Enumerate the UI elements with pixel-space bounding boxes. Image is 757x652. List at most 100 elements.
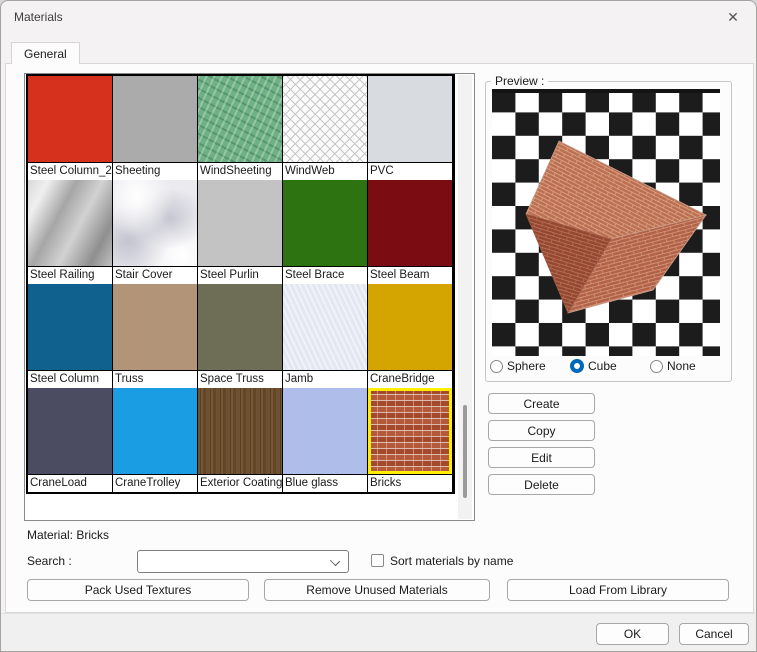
material-cell[interactable]: Steel Purlin xyxy=(198,180,283,284)
tab-label: General xyxy=(24,47,67,61)
material-cell[interactable]: CraneTrolley xyxy=(113,388,198,492)
pack-used-textures-button[interactable]: Pack Used Textures xyxy=(27,579,249,601)
material-swatch xyxy=(113,388,197,474)
material-cell[interactable]: Exterior Coating xyxy=(198,388,283,492)
material-swatch xyxy=(283,284,367,370)
material-cell[interactable]: Steel Brace xyxy=(283,180,368,284)
materials-dialog: Materials ✕ General Steel Column_2Sheeti… xyxy=(0,0,757,652)
titlebar: Materials ✕ xyxy=(1,1,756,33)
material-name: CraneBridge xyxy=(368,370,452,388)
sort-checkbox[interactable] xyxy=(371,554,384,567)
material-swatch xyxy=(368,180,452,266)
tab-general[interactable]: General xyxy=(11,42,80,64)
preview-canvas xyxy=(492,89,720,356)
material-swatch xyxy=(283,388,367,474)
window-title: Materials xyxy=(14,10,63,24)
material-cell[interactable]: Stair Cover xyxy=(113,180,198,284)
material-name: Bricks xyxy=(368,474,452,492)
material-cell[interactable]: Space Truss xyxy=(198,284,283,388)
material-swatch xyxy=(198,284,282,370)
preview-label: Preview : xyxy=(491,74,548,88)
material-name: Stair Cover xyxy=(113,266,197,284)
preview-modes: Sphere Cube None xyxy=(490,359,730,373)
material-swatch xyxy=(283,180,367,266)
remove-unused-materials-button[interactable]: Remove Unused Materials xyxy=(264,579,490,601)
material-name: CraneTrolley xyxy=(113,474,197,492)
preview-mode-sphere[interactable]: Sphere xyxy=(490,359,570,373)
preview-cube-render xyxy=(492,89,720,356)
material-swatch xyxy=(28,180,112,266)
material-name: Steel Brace xyxy=(283,266,367,284)
ok-button[interactable]: OK xyxy=(596,623,669,645)
material-cell[interactable]: WindWeb xyxy=(283,76,368,180)
material-cell[interactable]: Blue glass xyxy=(283,388,368,492)
material-cell[interactable]: CraneLoad xyxy=(28,388,113,492)
material-swatch xyxy=(113,284,197,370)
material-name: Steel Railing xyxy=(28,266,112,284)
material-cell[interactable]: WindSheeting xyxy=(198,76,283,180)
radio-icon[interactable] xyxy=(570,359,584,373)
tab-page-general: Steel Column_2SheetingWindSheetingWindWe… xyxy=(5,63,754,613)
preview-groupbox: Preview : xyxy=(485,81,732,382)
material-cell[interactable]: Steel Column_2 xyxy=(28,76,113,180)
material-name: Steel Beam xyxy=(368,266,452,284)
material-cell[interactable]: Bricks xyxy=(368,388,453,492)
material-swatch xyxy=(368,76,452,162)
delete-button[interactable]: Delete xyxy=(488,474,595,495)
material-swatch xyxy=(28,388,112,474)
material-swatch xyxy=(198,180,282,266)
selected-material-label: Material: Bricks xyxy=(27,528,109,542)
search-combobox[interactable] xyxy=(137,550,349,573)
material-name: Exterior Coating xyxy=(198,474,282,492)
radio-icon[interactable] xyxy=(650,360,663,373)
search-input[interactable] xyxy=(142,552,322,571)
material-name: Blue glass xyxy=(283,474,367,492)
create-button[interactable]: Create xyxy=(488,393,595,414)
chevron-down-icon[interactable] xyxy=(330,556,340,566)
material-cell[interactable]: Steel Column xyxy=(28,284,113,388)
material-name: Steel Column_2 xyxy=(28,162,112,180)
material-cell[interactable]: Steel Beam xyxy=(368,180,453,284)
materials-list: Steel Column_2SheetingWindSheetingWindWe… xyxy=(24,73,475,521)
materials-grid: Steel Column_2SheetingWindSheetingWindWe… xyxy=(26,74,455,494)
edit-button[interactable]: Edit xyxy=(488,447,595,468)
material-cell[interactable]: PVC xyxy=(368,76,453,180)
material-cell[interactable]: Jamb xyxy=(283,284,368,388)
material-name: Steel Column xyxy=(28,370,112,388)
preview-mode-cube[interactable]: Cube xyxy=(570,359,650,373)
copy-button[interactable]: Copy xyxy=(488,420,595,441)
material-swatch xyxy=(368,284,452,370)
material-swatch xyxy=(198,388,282,474)
material-name: WindWeb xyxy=(283,162,367,180)
material-name: CraneLoad xyxy=(28,474,112,492)
radio-icon[interactable] xyxy=(490,360,503,373)
material-swatch xyxy=(113,180,197,266)
load-from-library-button[interactable]: Load From Library xyxy=(507,579,729,601)
material-swatch xyxy=(368,388,452,474)
material-swatch xyxy=(283,76,367,162)
radio-label: None xyxy=(667,359,696,373)
material-swatch xyxy=(28,76,112,162)
material-name: Jamb xyxy=(283,370,367,388)
material-name: Steel Purlin xyxy=(198,266,282,284)
close-icon[interactable]: ✕ xyxy=(710,1,756,33)
material-name: Sheeting xyxy=(113,162,197,180)
material-name: PVC xyxy=(368,162,452,180)
sort-checkbox-label: Sort materials by name xyxy=(390,554,513,568)
scrollbar-thumb[interactable] xyxy=(463,405,467,498)
preview-mode-none[interactable]: None xyxy=(650,359,730,373)
material-cell[interactable]: CraneBridge xyxy=(368,284,453,388)
radio-label: Sphere xyxy=(507,359,546,373)
material-name: Truss xyxy=(113,370,197,388)
material-cell[interactable]: Steel Railing xyxy=(28,180,113,284)
material-cell[interactable]: Sheeting xyxy=(113,76,198,180)
footer-bar: OK Cancel xyxy=(1,613,756,652)
material-swatch xyxy=(28,284,112,370)
material-name: WindSheeting xyxy=(198,162,282,180)
material-cell[interactable]: Truss xyxy=(113,284,198,388)
radio-label: Cube xyxy=(588,359,617,373)
materials-scrollbar[interactable] xyxy=(458,75,472,519)
search-label: Search : xyxy=(27,554,72,568)
material-swatch xyxy=(113,76,197,162)
cancel-button[interactable]: Cancel xyxy=(679,623,749,645)
